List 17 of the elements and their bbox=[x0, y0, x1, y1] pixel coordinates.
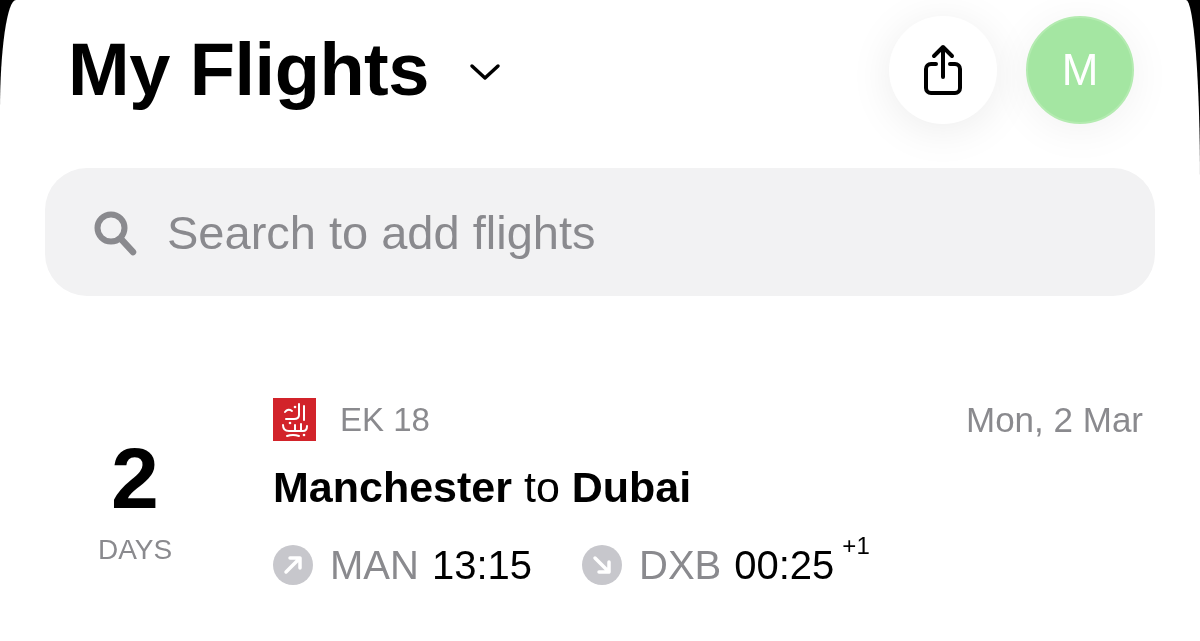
page-title: My Flights bbox=[68, 28, 429, 112]
flight-time: 13:15 bbox=[431, 543, 532, 587]
airline-logo bbox=[273, 398, 316, 441]
flight-number: EK 18 bbox=[340, 400, 430, 439]
flight-time: 00:25 bbox=[734, 543, 835, 587]
flight-route: Manchester to Dubai bbox=[273, 463, 693, 511]
avatar-button[interactable]: M bbox=[1026, 16, 1134, 124]
countdown-number: 2 bbox=[111, 438, 159, 518]
search-field[interactable]: Search to add flights bbox=[45, 168, 1155, 296]
countdown-unit: DAYS bbox=[97, 534, 173, 566]
flight-date: Mon, 2 Mar bbox=[966, 399, 1143, 440]
share-icon bbox=[923, 44, 963, 96]
airport-code: DXB bbox=[639, 543, 722, 587]
day-offset: +1 bbox=[842, 533, 870, 559]
search-icon bbox=[93, 210, 137, 256]
chevron-down-icon[interactable] bbox=[468, 63, 501, 81]
airport-code: MAN bbox=[330, 543, 419, 587]
